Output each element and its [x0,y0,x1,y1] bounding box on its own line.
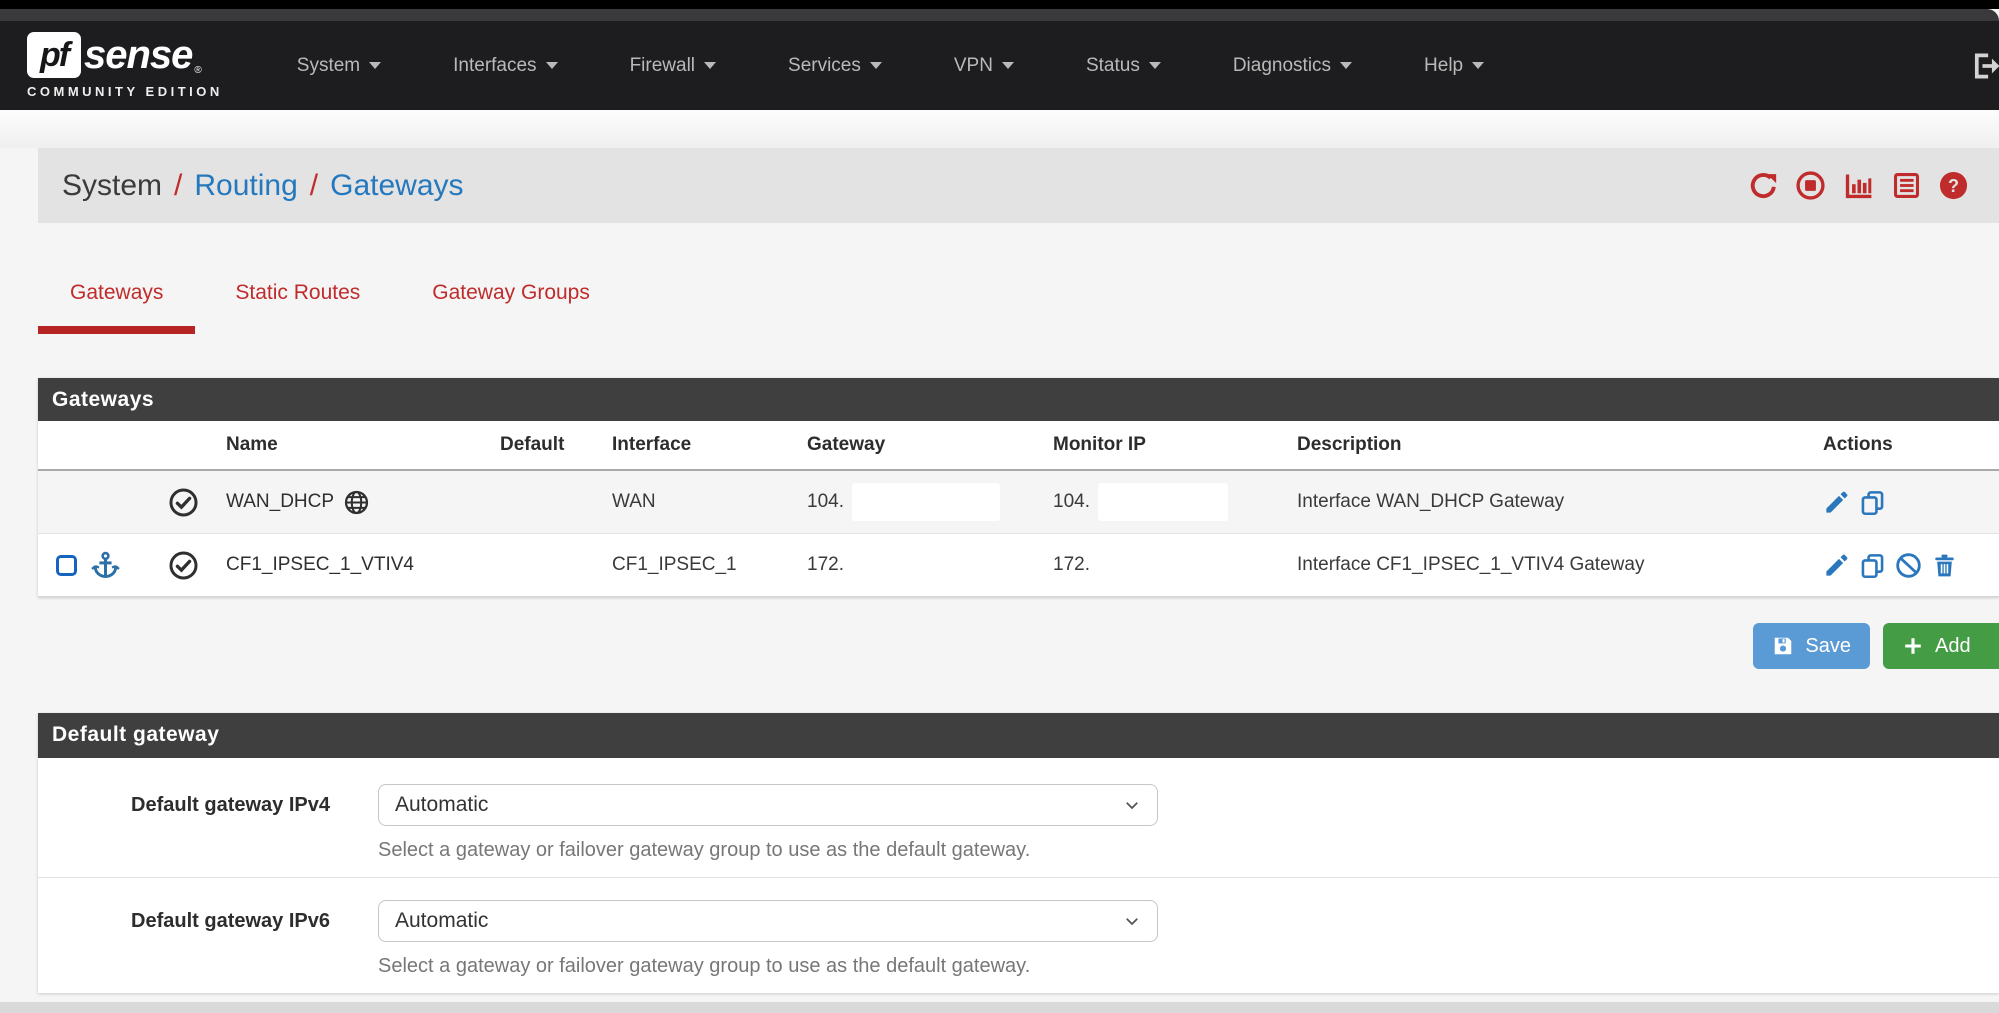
menu-status[interactable]: Status [1064,55,1183,77]
col-actions: Actions [1823,434,1999,456]
help-icon[interactable]: ? [1938,170,1969,201]
window-title-strip [0,9,1999,21]
tab-gateway-groups[interactable]: Gateway Groups [400,281,622,334]
caret-down-icon [704,62,716,69]
default-gateway-ipv4-select[interactable]: Automatic [378,784,1158,826]
col-monitor-ip: Monitor IP [1053,434,1297,456]
caret-down-icon [870,62,882,69]
gateway-name: WAN_DHCP [226,491,334,513]
default-gateway-ipv4-row: Default gateway IPv4 Automatic Select a … [38,758,1999,877]
menu-help[interactable]: Help [1402,55,1506,77]
pfsense-logo-pf-box: pf [27,32,81,78]
pfsense-logo[interactable]: pf sense ® COMMUNITY EDITION [27,32,223,99]
menu-system[interactable]: System [275,55,403,77]
table-row: WAN_DHCP WAN 104. 104. Interface WAN_DHC… [38,471,1999,534]
window-top-edge [0,0,1999,9]
sign-out-icon[interactable] [1969,49,1999,83]
check-circle-icon [168,487,199,518]
table-row: CF1_IPSEC_1_VTIV4 CF1_IPSEC_1 172. 172. … [38,534,1999,597]
caret-down-icon [1149,62,1161,69]
default-gateway-panel: Default gateway Default gateway IPv4 Aut… [38,713,1999,993]
chart-icon[interactable] [1842,170,1875,201]
copy-icon[interactable] [1859,489,1886,516]
caret-down-icon [1340,62,1352,69]
tab-gateways[interactable]: Gateways [38,281,195,334]
pfsense-logo-reg: ® [194,65,201,76]
edit-icon[interactable] [1823,489,1850,516]
menu-diagnostics[interactable]: Diagnostics [1211,55,1374,77]
disable-icon[interactable] [1895,552,1922,579]
tab-static-routes[interactable]: Static Routes [203,281,392,334]
col-description: Description [1297,434,1823,456]
save-button[interactable]: Save [1753,623,1870,669]
add-button[interactable]: Add [1883,623,1999,669]
table-action-buttons: Save Add [0,623,1999,669]
caret-down-icon [546,62,558,69]
edit-icon[interactable] [1823,552,1850,579]
redacted-ip [852,483,1000,521]
breadcrumb-separator: / [310,169,318,203]
navbar-shadow-gap [0,110,1999,148]
default-gateway-ipv4-help: Select a gateway or failover gateway gro… [378,839,1158,862]
gateway-address: 104. [807,491,844,513]
breadcrumb-system: System [62,169,162,203]
default-gateway-ipv6-row: Default gateway IPv6 Automatic Select a … [38,877,1999,993]
gateway-interface: CF1_IPSEC_1 [612,554,807,576]
gateway-interface: WAN [612,491,807,513]
anchor-icon [90,550,121,581]
gateway-description: Interface WAN_DHCP Gateway [1297,491,1823,513]
delete-icon[interactable] [1931,552,1958,579]
square-outline-icon [56,555,77,576]
chevron-down-icon [1123,912,1141,930]
caret-down-icon [369,62,381,69]
breadcrumb-routing-link[interactable]: Routing [194,169,297,203]
gateway-description: Interface CF1_IPSEC_1_VTIV4 Gateway [1297,554,1823,576]
pfsense-logo-sense: sense [84,32,192,78]
main-menu: System Interfaces Firewall Services VPN … [275,55,1534,77]
refresh-icon[interactable] [1748,170,1779,201]
bottom-strip [0,1002,1999,1013]
monitor-ip: 104. [1053,491,1090,513]
globe-icon [343,489,370,516]
plus-icon [1902,635,1924,657]
breadcrumb: System / Routing / Gateways [62,169,464,203]
copy-icon[interactable] [1859,552,1886,579]
default-gateway-ipv6-help: Select a gateway or failover gateway gro… [378,955,1158,978]
col-interface: Interface [612,434,807,456]
svg-text:?: ? [1948,176,1959,196]
routing-tabs: Gateways Static Routes Gateway Groups [38,281,1999,334]
chevron-down-icon [1123,796,1141,814]
menu-vpn[interactable]: VPN [932,55,1036,77]
top-navbar: pf sense ® COMMUNITY EDITION System Inte… [0,21,1999,110]
stop-record-icon[interactable] [1795,170,1826,201]
default-gateway-ipv4-label: Default gateway IPv4 [38,784,330,826]
check-circle-icon [168,550,199,581]
monitor-ip: 172. [1053,554,1090,576]
pfsense-logo-pf: pf [40,36,68,75]
pfsense-logo-edition: COMMUNITY EDITION [27,84,223,99]
breadcrumb-gateways-link[interactable]: Gateways [330,169,463,203]
caret-down-icon [1002,62,1014,69]
col-name: Name [216,434,500,456]
redacted-ip [1098,483,1228,521]
gateway-address: 172. [807,554,844,576]
gateways-panel-title: Gateways [38,378,1999,421]
menu-interfaces[interactable]: Interfaces [431,55,579,77]
default-gateway-ipv6-select[interactable]: Automatic [378,900,1158,942]
col-gateway: Gateway [807,434,1053,456]
caret-down-icon [1472,62,1484,69]
default-gateway-ipv6-label: Default gateway IPv6 [38,900,330,942]
default-gateway-panel-title: Default gateway [38,713,1999,758]
col-default: Default [500,434,612,456]
gateway-name: CF1_IPSEC_1_VTIV4 [226,554,414,576]
gateways-table-header: Name Default Interface Gateway Monitor I… [38,421,1999,471]
log-list-icon[interactable] [1891,170,1922,201]
save-icon [1772,635,1794,657]
breadcrumb-separator: / [174,169,182,203]
menu-firewall[interactable]: Firewall [608,55,738,77]
breadcrumb-bar: System / Routing / Gateways ? [38,148,1999,223]
gateways-panel: Gateways Name Default Interface Gateway … [38,378,1999,597]
menu-services[interactable]: Services [766,55,904,77]
